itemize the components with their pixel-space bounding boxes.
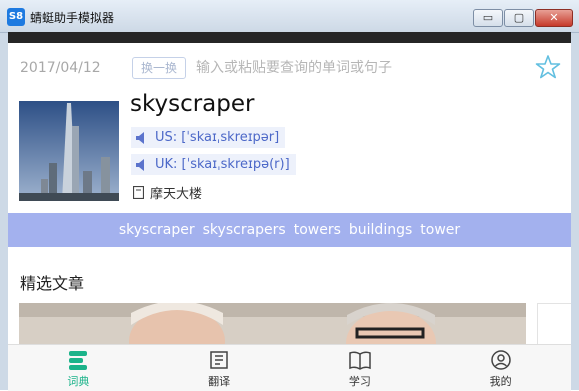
profile-icon (490, 350, 511, 370)
section-heading: 精选文章 (20, 274, 85, 293)
date-label: 2017/04/12 (20, 60, 101, 76)
minimize-button[interactable]: ▭ (473, 9, 503, 27)
uk-pronunciation[interactable]: UK: [ˈskaɪˌskreɪpə(r)] (131, 154, 296, 175)
uk-pronunciation-text: UK: [ˈskaɪˌskreɪpə(r)] (155, 157, 290, 172)
book-icon (133, 186, 144, 199)
tab-profile[interactable]: 我的 (430, 345, 571, 391)
related-words-bar: skyscraper skyscrapers towers buildings … (8, 213, 571, 247)
window-title: 蜻蜓助手模拟器 (30, 11, 115, 25)
headword: skyscraper (130, 91, 255, 117)
us-pronunciation[interactable]: US: [ˈskaɪˌskreɪpər] (131, 127, 286, 148)
star-icon[interactable] (535, 54, 561, 80)
related-word[interactable]: skyscrapers (203, 222, 286, 238)
close-button[interactable]: ✕ (535, 9, 573, 27)
word-image (19, 101, 119, 201)
article-card-image[interactable] (19, 303, 526, 344)
tab-learn[interactable]: 学习 (290, 345, 431, 391)
speaker-icon (136, 158, 144, 171)
tab-dictionary[interactable]: 词典 (8, 345, 149, 391)
book-icon (349, 351, 371, 370)
dictionary-icon (69, 351, 88, 370)
speaker-icon (136, 131, 144, 144)
search-input[interactable] (194, 56, 518, 80)
us-pronunciation-text: US: [ˈskaɪˌskreɪpər] (155, 130, 280, 145)
tab-label: 我的 (489, 375, 512, 388)
window-titlebar: S8 蜻蜓助手模拟器 ▭ ▢ ✕ (0, 0, 579, 33)
maximize-button[interactable]: ▢ (504, 9, 534, 27)
status-strip (8, 32, 571, 66)
tab-translate[interactable]: 翻译 (149, 345, 290, 391)
definition: 摩天大楼 (133, 183, 202, 202)
related-word[interactable]: towers (294, 222, 341, 238)
translate-icon (210, 351, 228, 369)
window-frame-left (0, 32, 8, 390)
tab-label: 翻译 (208, 375, 231, 388)
window-frame-right (571, 32, 579, 390)
bottom-tab-bar: 词典 翻译 学习 我的 (8, 344, 571, 391)
related-word[interactable]: buildings (349, 222, 412, 238)
tab-label: 词典 (67, 375, 90, 388)
tab-label: 学习 (348, 375, 371, 388)
refresh-word-button[interactable]: 换一换 (132, 57, 186, 79)
related-word[interactable]: skyscraper (119, 222, 195, 238)
article-card-next[interactable] (537, 303, 571, 344)
definition-text: 摩天大楼 (150, 187, 203, 202)
related-word[interactable]: tower (420, 222, 460, 238)
main-content: 2017/04/12 换一换 skyscraper US: [ˈskaɪˌskr… (8, 43, 571, 344)
app-logo-icon: S8 (7, 8, 25, 26)
